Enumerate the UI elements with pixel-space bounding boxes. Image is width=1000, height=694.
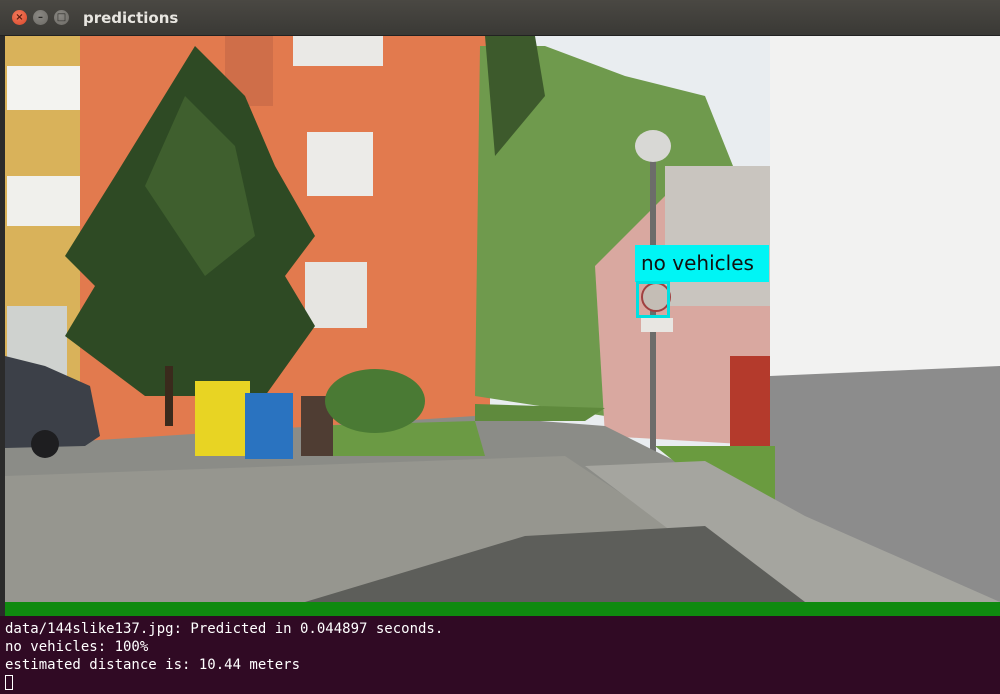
building-window bbox=[305, 262, 367, 328]
red-wall bbox=[730, 356, 775, 446]
text-cursor bbox=[5, 675, 13, 690]
yellow-bin bbox=[195, 381, 250, 456]
grey-block bbox=[665, 166, 775, 306]
bush bbox=[325, 369, 425, 433]
close-window-icon[interactable]: × bbox=[12, 10, 27, 25]
maximize-window-icon[interactable]: □ bbox=[54, 10, 69, 25]
building-window bbox=[307, 132, 373, 196]
terminal-line: no vehicles: 100% bbox=[5, 639, 149, 655]
minimize-window-icon[interactable]: – bbox=[33, 10, 48, 25]
sign-plate bbox=[641, 318, 673, 332]
terminal-line: estimated distance is: 10.44 meters bbox=[5, 657, 301, 673]
window-titlebar[interactable]: × – □ predictions bbox=[0, 0, 1000, 36]
terminal-line: data/144slike137.jpg: Predicted in 0.044… bbox=[5, 621, 444, 637]
terminal-prompt[interactable] bbox=[5, 674, 1000, 692]
terminal-output[interactable]: data/144slike137.jpg: Predicted in 0.044… bbox=[0, 616, 1000, 694]
tree-trunk bbox=[165, 366, 173, 426]
car-wheel bbox=[31, 430, 59, 458]
image-bottom-bar bbox=[5, 602, 1000, 616]
prediction-image bbox=[5, 36, 1000, 602]
detection-bounding-box bbox=[636, 281, 670, 318]
lamp-head bbox=[635, 130, 671, 162]
white-building bbox=[770, 36, 1000, 376]
detection-label: no vehicles bbox=[635, 245, 769, 282]
building-window bbox=[293, 36, 383, 66]
blue-bin bbox=[245, 393, 293, 459]
street-scene bbox=[5, 36, 1000, 602]
window-title: predictions bbox=[83, 8, 179, 27]
